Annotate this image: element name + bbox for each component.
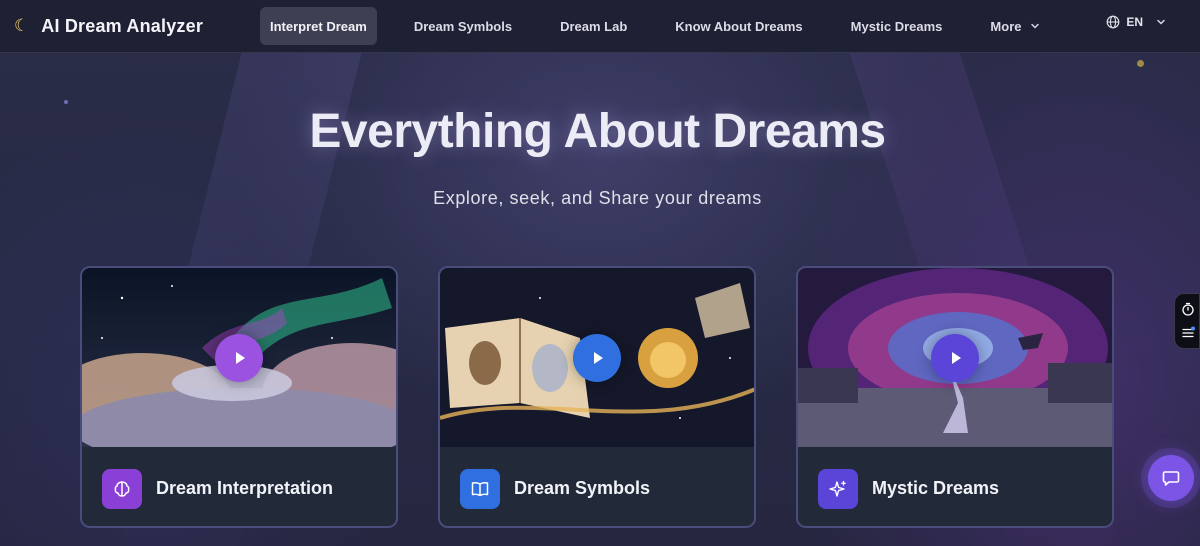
more-label: More	[990, 18, 1022, 34]
nav-item-dream-symbols[interactable]: Dream Symbols	[404, 7, 522, 45]
side-toolbar[interactable]	[1174, 293, 1200, 349]
timer-icon	[1182, 302, 1194, 316]
card-footer: Mystic Dreams	[798, 447, 1112, 526]
chat-button[interactable]	[1148, 455, 1194, 501]
card-footer: Dream Interpretation	[82, 447, 396, 526]
crescent-moon-icon: ☾	[14, 16, 30, 35]
play-button[interactable]	[931, 333, 979, 382]
brand-name: AI Dream Analyzer	[41, 15, 204, 36]
open-book-icon	[460, 468, 500, 509]
nav-item-dream-lab[interactable]: Dream Lab	[550, 7, 637, 45]
chevron-down-icon	[1157, 19, 1165, 25]
sparkles-icon	[818, 468, 858, 509]
brain-icon	[102, 468, 142, 509]
nav-item-mystic-dreams[interactable]: Mystic Dreams	[841, 7, 953, 45]
card-footer: Dream Symbols	[440, 447, 754, 526]
nav-item-know-about-dreams[interactable]: Know About Dreams	[665, 7, 812, 45]
play-button[interactable]	[573, 333, 621, 382]
card-title: Dream Symbols	[514, 478, 651, 498]
brand-logo[interactable]: ☾ AI Dream Analyzer	[0, 16, 250, 37]
play-button[interactable]	[215, 333, 263, 382]
play-icon	[594, 351, 603, 364]
nav-menu: Interpret Dream Dream Symbols Dream Lab …	[260, 7, 1079, 45]
card-dream-symbols[interactable]: Dream Symbols	[438, 266, 756, 528]
top-navigation: ☾ AI Dream Analyzer Interpret Dream Drea…	[0, 0, 1200, 53]
language-selector[interactable]: EN	[1106, 15, 1173, 29]
page-subtitle: Explore, seek, and Share your dreams	[433, 188, 762, 208]
globe-icon	[1106, 15, 1120, 29]
language-label: EN	[1126, 15, 1143, 29]
card-thumbnail-cosmic-swirl	[798, 268, 1112, 447]
card-thumbnail-symbols-book	[440, 268, 754, 447]
play-icon	[952, 351, 961, 364]
card-title: Mystic Dreams	[872, 478, 1000, 498]
play-icon	[236, 351, 245, 364]
chevron-down-icon	[1031, 23, 1040, 29]
nav-item-more[interactable]: More	[980, 7, 1051, 45]
star-dot	[1137, 60, 1144, 67]
nav-item-interpret-dream[interactable]: Interpret Dream	[260, 7, 377, 45]
card-dream-interpretation[interactable]: Dream Interpretation	[80, 266, 398, 528]
card-mystic-dreams[interactable]: Mystic Dreams	[796, 266, 1114, 528]
card-thumbnail-aurora-clouds	[82, 268, 396, 447]
page-title: Everything About Dreams	[309, 105, 886, 158]
card-title: Dream Interpretation	[156, 478, 334, 498]
list-icon	[1182, 326, 1195, 338]
chat-bubble-icon	[1162, 471, 1180, 486]
